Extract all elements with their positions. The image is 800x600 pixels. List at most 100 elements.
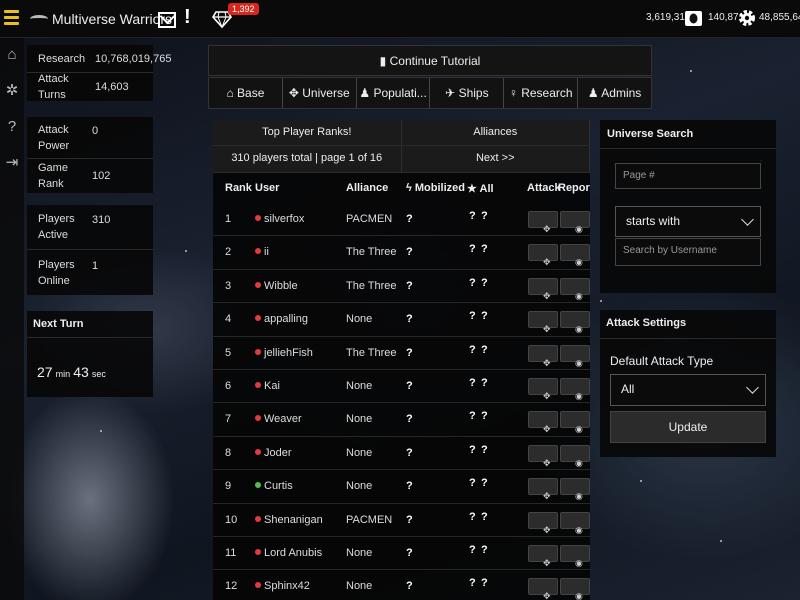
attack-button[interactable]: ✥	[528, 211, 558, 234]
report-button[interactable]: ◉	[560, 277, 590, 301]
rank-cell: 6	[225, 379, 232, 392]
page-number-input[interactable]: Page #	[615, 163, 761, 189]
nav-research[interactable]: ♀ Research	[504, 78, 579, 108]
continue-tutorial-button[interactable]: ▮ Continue Tutorial	[208, 45, 652, 76]
status-dot	[255, 281, 261, 288]
user-cell[interactable]: Shenanigan	[255, 514, 323, 526]
status-dot	[255, 215, 261, 221]
default-attack-type-select[interactable]: All	[610, 374, 766, 406]
attack-button[interactable]: ✥	[528, 444, 558, 468]
nav-base[interactable]: ⌂ Base	[209, 78, 283, 108]
report-button[interactable]: ◉	[560, 478, 590, 501]
col-user: User	[255, 182, 280, 194]
username: Wibble	[264, 279, 298, 292]
user-cell[interactable]: Joder	[255, 447, 292, 459]
menu-icon[interactable]	[4, 10, 19, 26]
rank-cell: 8	[225, 446, 232, 459]
table-row: 6 Kai None??? ✥ ◉	[213, 370, 590, 404]
user-cell[interactable]: silverfox	[255, 213, 304, 225]
nav-population-label: Populati...	[373, 86, 427, 100]
match-mode-select[interactable]: starts with	[615, 206, 761, 237]
rank-cell: 2	[225, 246, 232, 259]
rank-cell: 4	[225, 313, 232, 326]
user-cell[interactable]: appalling	[255, 313, 308, 325]
next-page-button[interactable]: Next >>	[401, 146, 590, 172]
report-button[interactable]: ◉	[560, 311, 590, 334]
user-cell[interactable]: Lord Anubis	[255, 547, 322, 559]
username: Sphinx42	[264, 580, 310, 593]
research-value: 10,768,019,765	[95, 52, 172, 65]
minutes-unit: min	[55, 369, 71, 379]
logout-icon[interactable]: ⇥	[4, 155, 20, 171]
col-mobilized: ϟ Mobilized	[406, 182, 465, 194]
crosshair-icon: ✥	[543, 424, 551, 435]
attack-button[interactable]: ✥	[528, 377, 558, 401]
mobilized-cell: ?	[406, 313, 413, 326]
status-dot	[255, 548, 261, 555]
eye-icon: ◉	[575, 491, 583, 502]
crosshair-icon: ✥	[543, 357, 551, 368]
user-cell[interactable]: jelliehFish	[255, 347, 313, 359]
rank-cell: 11	[225, 546, 237, 559]
eye-icon: ◉	[575, 457, 583, 468]
username-search-input[interactable]: Search by Username	[615, 238, 761, 266]
report-button[interactable]: ◉	[560, 444, 590, 468]
report-button[interactable]: ◉	[560, 344, 590, 368]
report-button[interactable]: ◉	[560, 578, 590, 600]
nav-ships[interactable]: ✈ Ships	[430, 78, 505, 108]
all-cell-1: ?	[469, 443, 476, 456]
all-cell-1: ?	[469, 376, 476, 389]
chevron-down-icon	[746, 381, 759, 394]
help-icon[interactable]: ?	[4, 119, 20, 135]
home-icon: ⌂	[226, 86, 234, 100]
username: Joder	[264, 446, 292, 459]
mobilized-cell: ?	[406, 279, 413, 292]
update-button[interactable]: Update	[610, 411, 766, 443]
user-cell[interactable]: Curtis	[255, 480, 293, 492]
attack-button[interactable]: ✥	[528, 277, 558, 301]
alert-icon[interactable]: !	[184, 6, 191, 29]
table-row: 10 Shenanigan PACMEN??? ✥ ◉	[213, 504, 590, 537]
all-cell-2: ?	[481, 543, 488, 556]
attack-button[interactable]: ✥	[528, 244, 558, 267]
all-cell-1: ?	[469, 410, 476, 423]
attack-button[interactable]: ✥	[528, 511, 558, 535]
tab-alliances[interactable]: Alliances	[401, 120, 590, 145]
user-cell[interactable]: Weaver	[255, 413, 302, 425]
tab-top-player-ranks[interactable]: Top Player Ranks!	[213, 120, 402, 145]
attack-button[interactable]: ✥	[528, 478, 558, 501]
nav-admins[interactable]: ♟ Admins	[578, 78, 651, 108]
attack-button[interactable]: ✥	[528, 344, 558, 368]
user-cell[interactable]: Sphinx42	[255, 580, 310, 592]
col-attack: Attack	[527, 182, 561, 194]
eye-icon: ◉	[575, 357, 583, 368]
report-button[interactable]: ◉	[560, 377, 590, 401]
attack-button[interactable]: ✥	[528, 544, 558, 568]
nav-population[interactable]: ♟ Populati...	[357, 78, 431, 108]
nav-universe[interactable]: ✥ Universe	[283, 78, 357, 108]
game-title: Multiverse Warriors	[52, 11, 173, 27]
status-dot	[255, 248, 261, 255]
report-button[interactable]: ◉	[560, 544, 590, 568]
default-attack-type-value: All	[621, 382, 635, 396]
mail-icon[interactable]	[158, 12, 176, 28]
attack-turns-label: Attack Turns	[38, 73, 69, 101]
attack-button[interactable]: ✥	[528, 311, 558, 334]
report-button[interactable]: ◉	[560, 411, 590, 434]
eye-icon: ◉	[575, 390, 583, 401]
attack-settings-panel: Attack Settings Default Attack Type All …	[600, 310, 776, 457]
all-cell-1: ?	[469, 310, 476, 323]
user-cell[interactable]: Kai	[255, 380, 280, 392]
home-icon[interactable]: ⌂	[4, 47, 20, 63]
attack-button[interactable]: ✥	[528, 578, 558, 600]
table-row: 9 Curtis None??? ✥ ◉	[213, 470, 590, 504]
report-button[interactable]: ◉	[560, 244, 590, 267]
user-cell[interactable]: ii	[255, 246, 269, 258]
attack-power-value: 0	[92, 124, 99, 137]
settings-icon[interactable]: ✲	[4, 83, 20, 99]
report-button[interactable]: ◉	[560, 511, 590, 535]
user-cell[interactable]: Wibble	[255, 280, 298, 292]
attack-button[interactable]: ✥	[528, 411, 558, 434]
report-button[interactable]: ◉	[560, 211, 590, 234]
crosshair-icon: ✥	[543, 557, 551, 568]
